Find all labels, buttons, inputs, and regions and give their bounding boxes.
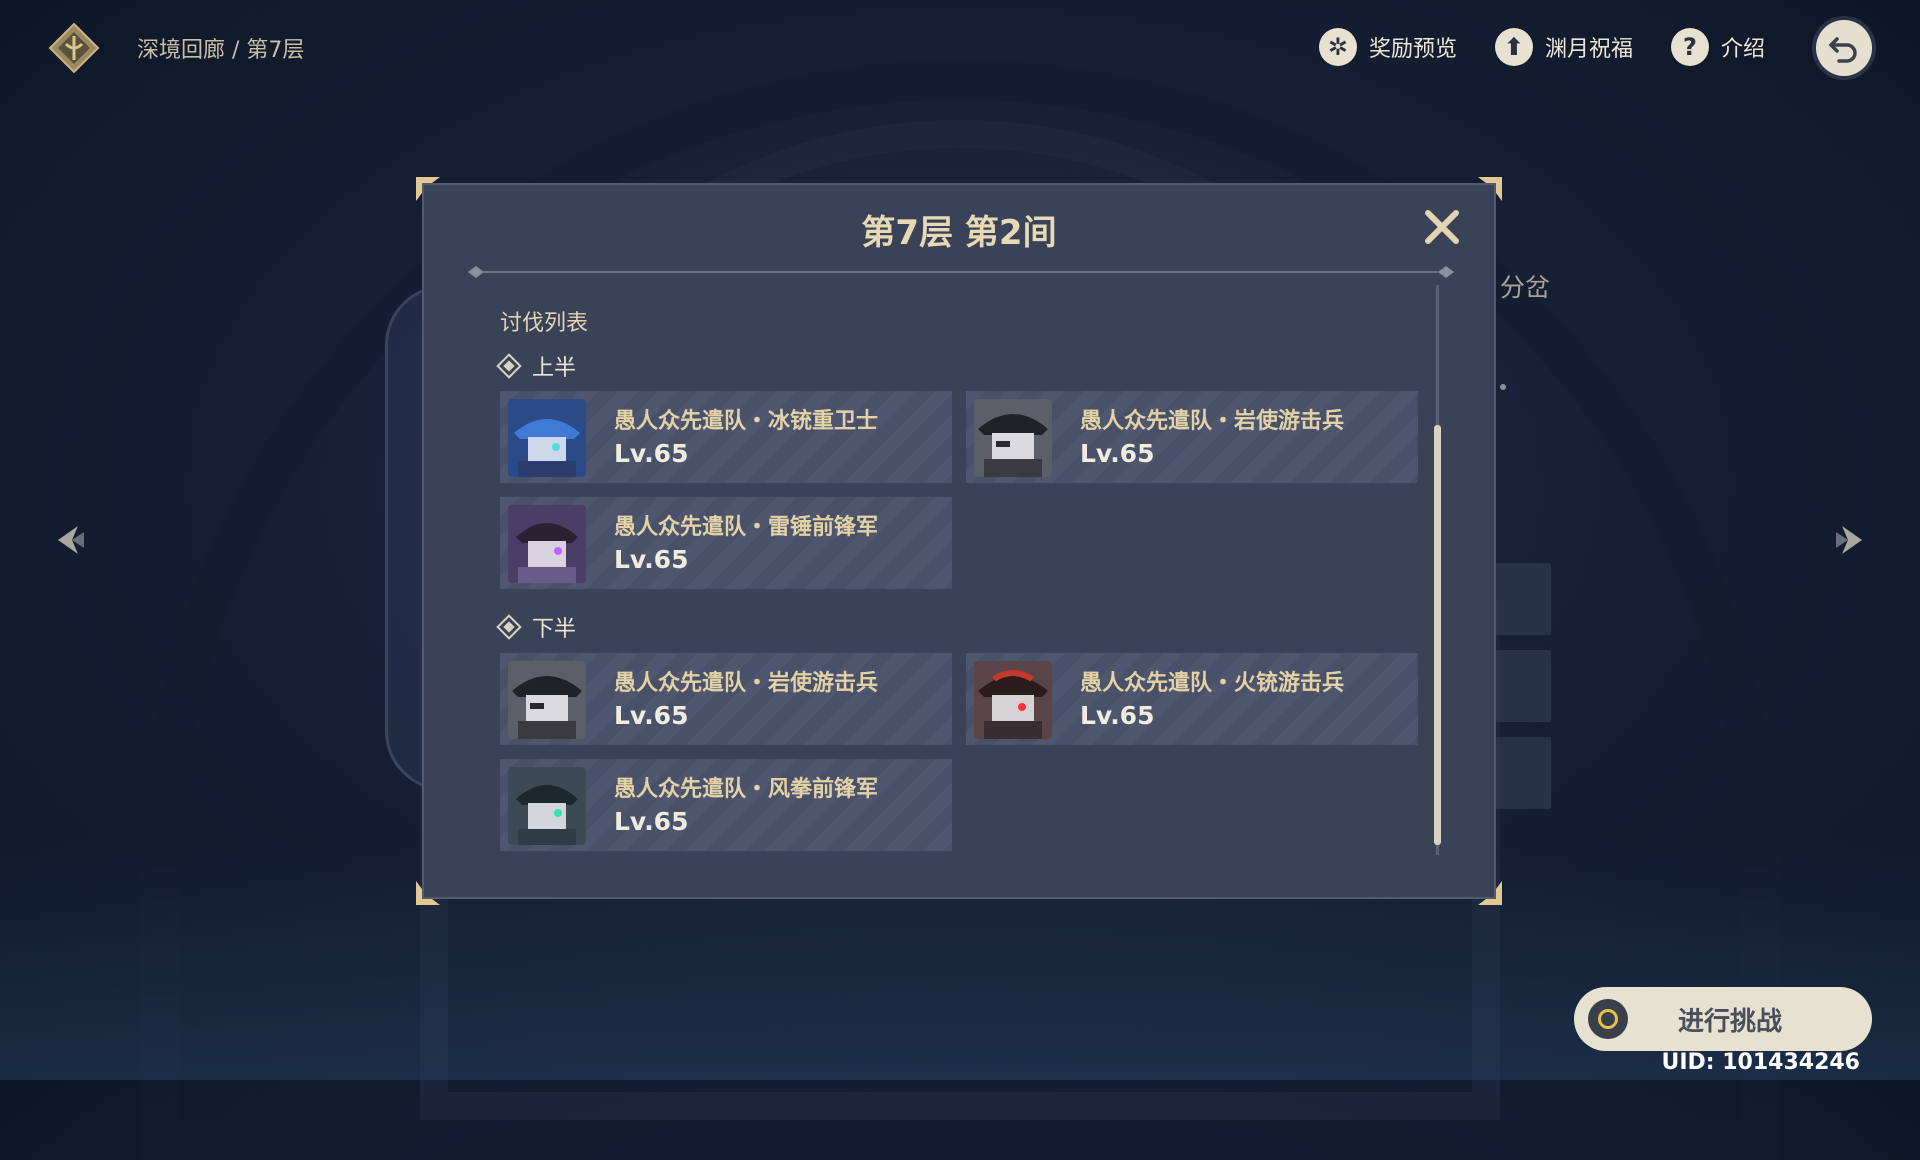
first-half-header: 上半 [496, 350, 577, 382]
enemy-name: 愚人众先遣队・岩使游击兵 [1080, 409, 1345, 434]
second-half-header: 下半 [496, 611, 577, 643]
enemy-card[interactable]: 愚人众先遣队・雷锤前锋军 Lv.65 [500, 497, 952, 589]
enemy-portrait [508, 767, 586, 845]
second-half-label: 下半 [532, 617, 577, 642]
diamond-icon [496, 614, 522, 640]
background-star-slot [1495, 737, 1551, 809]
enemy-portrait [974, 661, 1052, 739]
enemy-level: Lv.65 [614, 701, 689, 730]
modal-title: 第7层 第2间 [861, 213, 1057, 253]
enemy-card[interactable]: 愚人众先遣队・岩使游击兵 Lv.65 [500, 653, 952, 745]
chamber-info-modal: 第7层 第2间 讨伐列表 上半 愚人众先遣队・冰铳重卫士 Lv.65 愚人众先遣… [416, 177, 1502, 905]
enemy-name: 愚人众先遣队・冰铳重卫士 [614, 409, 879, 434]
breadcrumb: 深境回廊 / 第7层 [137, 38, 305, 63]
start-challenge-button[interactable]: 进行挑战 [1574, 987, 1872, 1051]
enemy-name: 愚人众先遣队・火铳游击兵 [1080, 671, 1345, 696]
enemy-level: Lv.65 [614, 439, 689, 468]
enemy-level: Lv.65 [1080, 439, 1155, 468]
intro-button[interactable]: ? 介绍 [1670, 28, 1765, 66]
enemy-card[interactable]: 愚人众先遣队・岩使游击兵 Lv.65 [966, 391, 1418, 483]
blessing-label: 渊月祝福 [1544, 37, 1633, 62]
background-star-slot [1495, 650, 1551, 722]
title-divider [468, 266, 1454, 278]
corner-ornament-icon [1478, 881, 1502, 905]
enemy-level: Lv.65 [614, 807, 689, 836]
close-button[interactable] [1422, 207, 1462, 247]
enemy-name: 愚人众先遣队・雷锤前锋军 [614, 515, 879, 540]
abyss-logo-icon [48, 22, 100, 74]
enemy-portrait [508, 661, 586, 739]
gear-icon: ✲ [1318, 28, 1357, 66]
next-arrow-icon[interactable] [1826, 520, 1866, 560]
help-icon: ? [1670, 28, 1709, 66]
background-dot [1500, 384, 1506, 390]
return-icon [1828, 37, 1857, 63]
diamond-icon [496, 353, 522, 379]
enemy-card[interactable]: 愚人众先遣队・风拳前锋军 Lv.65 [500, 759, 952, 851]
enemy-card[interactable]: 愚人众先遣队・火铳游击兵 Lv.65 [966, 653, 1418, 745]
enemy-level: Lv.65 [1080, 701, 1155, 730]
start-challenge-label: 进行挑战 [1677, 1006, 1782, 1037]
rewards-preview-button[interactable]: ✲ 奖励预览 [1318, 28, 1457, 66]
scrollbar-thumb[interactable] [1434, 425, 1441, 845]
background-star-slot [1495, 563, 1551, 635]
enemy-portrait [974, 399, 1052, 477]
close-icon [1425, 210, 1459, 244]
top-actions: ✲ 奖励预览 ⬆ 渊月祝福 ? 介绍 [1318, 28, 1765, 66]
first-half-label: 上半 [532, 356, 577, 381]
confirm-circle-icon [1588, 999, 1628, 1039]
enemy-name: 愚人众先遣队・风拳前锋军 [614, 777, 879, 802]
enemy-list-title: 讨伐列表 [500, 311, 589, 336]
corner-ornament-icon [1478, 177, 1502, 201]
corner-ornament-icon [416, 177, 440, 201]
arrow-up-icon: ⬆ [1494, 28, 1533, 66]
enemy-name: 愚人众先遣队・岩使游击兵 [614, 671, 879, 696]
blessing-button[interactable]: ⬆ 渊月祝福 [1494, 28, 1633, 66]
intro-label: 介绍 [1720, 37, 1765, 62]
enemy-level: Lv.65 [614, 545, 689, 574]
enemy-portrait [508, 399, 586, 477]
prev-arrow-icon[interactable] [54, 520, 94, 560]
rewards-preview-label: 奖励预览 [1368, 37, 1457, 62]
back-button[interactable] [1816, 20, 1872, 76]
corner-ornament-icon [416, 881, 440, 905]
enemy-portrait [508, 505, 586, 583]
enemy-card[interactable]: 愚人众先遣队・冰铳重卫士 Lv.65 [500, 391, 952, 483]
uid-label: UID: 101434246 [1661, 1050, 1860, 1075]
background-branch-text: 分岔 [1500, 273, 1551, 302]
